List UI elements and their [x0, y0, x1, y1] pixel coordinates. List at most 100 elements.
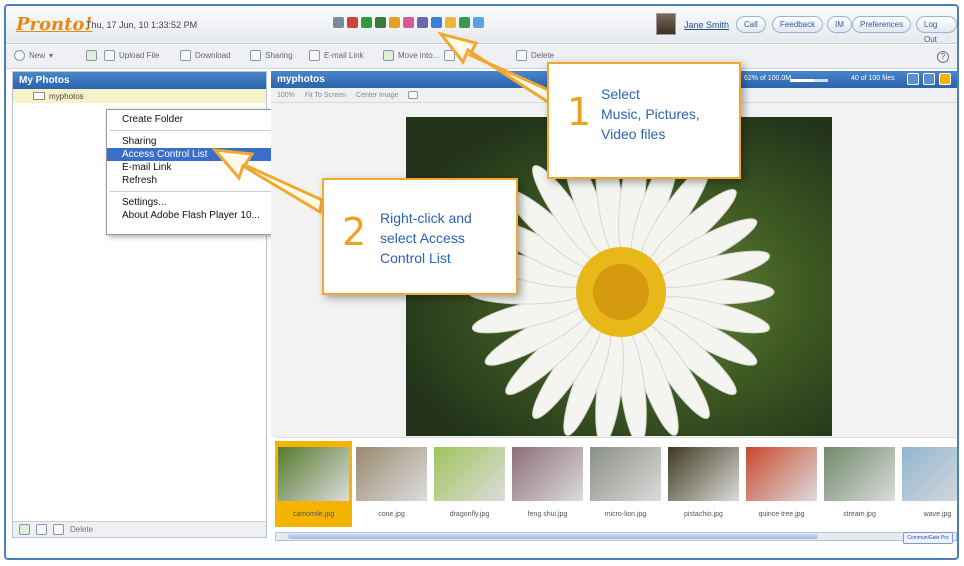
thumbnail[interactable]: quince tree.jpg [743, 441, 820, 527]
upload-file-button[interactable]: Upload File [104, 50, 159, 61]
new-button[interactable]: New ▾ [14, 50, 53, 61]
user-name[interactable]: Jane Smith [684, 20, 729, 30]
music-icon[interactable] [403, 17, 414, 28]
menu-item-create-folder[interactable]: Create Folder [107, 113, 292, 126]
download-label: Download [195, 51, 231, 60]
upload-label: Upload File [119, 51, 160, 60]
delete-label: Delete [531, 51, 555, 60]
thumbnail[interactable]: micro-lion.jpg [587, 441, 664, 527]
download-icon [180, 50, 191, 61]
thumbnail[interactable]: camomile.jpg [275, 441, 352, 527]
mail-icon[interactable] [333, 17, 344, 28]
horizontal-scrollbar[interactable] [275, 532, 957, 541]
menu-item-settings[interactable]: Settings... [107, 196, 292, 209]
filmstrip-view-icon[interactable] [939, 73, 951, 85]
menu-item-sharing[interactable]: Sharing [107, 135, 292, 148]
thumbnail[interactable]: stream.jpg [821, 441, 898, 527]
move-icon [383, 50, 394, 61]
sharing-button[interactable]: Sharing [250, 50, 293, 61]
email-link-label: E-mail Link [324, 51, 364, 60]
download-button[interactable]: Download [180, 50, 231, 61]
menu-item-refresh[interactable]: Refresh [107, 174, 292, 187]
notes-icon[interactable] [389, 17, 400, 28]
files-icon[interactable] [445, 17, 456, 28]
move-into-button[interactable]: Move into... [383, 50, 439, 61]
thumbnail-strip: camomile.jpg cone.jpg dragonfly.jpg feng sh… [275, 437, 957, 531]
preferences-button[interactable]: Preferences [852, 16, 912, 33]
thumbnail-image [512, 447, 583, 501]
delete-button[interactable]: Delete [516, 50, 554, 61]
video-icon[interactable] [431, 17, 442, 28]
thumbnail-caption: cone.jpg [378, 511, 405, 518]
folder-add-icon[interactable] [19, 524, 30, 535]
menu-item-email-link[interactable]: E-mail Link [107, 161, 292, 174]
thumbnail[interactable]: wave.jpg [899, 441, 957, 527]
zoom-level[interactable]: 100% [277, 92, 295, 99]
move-into-label: Move into... [398, 51, 440, 60]
thumbnail[interactable]: feng shui.jpg [509, 441, 586, 527]
callout-1-line: Music, Pictures, [601, 106, 700, 122]
callout-1-line: Video files [601, 126, 666, 142]
thumbnail-caption: feng shui.jpg [527, 511, 568, 518]
thumbnail-image [668, 447, 739, 501]
fullscreen-icon[interactable] [408, 91, 419, 99]
sharing-icon [250, 50, 261, 61]
help-icon[interactable]: ? [937, 51, 949, 63]
menu-separator [110, 130, 289, 131]
callout-number-2: 2 [342, 210, 367, 254]
thumbnail[interactable]: dragonfly.jpg [431, 441, 508, 527]
thumbnail-image [902, 447, 957, 501]
avatar[interactable] [656, 13, 676, 35]
list-view-icon[interactable] [923, 73, 935, 85]
scrollbar-thumb[interactable] [288, 534, 818, 539]
quota-bar [790, 79, 828, 82]
datetime: Thu, 17 Jun, 10 1:33:52 PM [86, 20, 198, 30]
email-link-icon [309, 50, 320, 61]
thumbnail[interactable]: pistachio.jpg [665, 441, 742, 527]
calendar-icon[interactable] [347, 17, 358, 28]
email-link-button[interactable]: E-mail Link [309, 50, 364, 61]
context-menu: Create Folder Sharing Access Control Lis… [106, 109, 293, 235]
menu-item-access-control-list[interactable]: Access Control List [107, 148, 292, 161]
contacts-icon[interactable] [375, 17, 386, 28]
thumbnail-image [434, 447, 505, 501]
phone-icon[interactable] [361, 17, 372, 28]
trash-icon[interactable] [53, 524, 64, 535]
thumbnail-caption: wave.jpg [923, 511, 952, 518]
share-icon[interactable] [459, 17, 470, 28]
footer-delete-button[interactable]: Delete [70, 525, 93, 534]
thumbnail-image [356, 447, 427, 501]
callout-number-1: 1 [567, 90, 592, 134]
toolbar: New ▾ Upload File Download Sharing E-mai… [6, 45, 957, 69]
thumbnail-caption: pistachio.jpg [684, 511, 723, 518]
settings-icon[interactable] [473, 17, 484, 28]
callout-2-line: select Access [380, 230, 465, 246]
upload-icon[interactable] [36, 524, 47, 535]
upload-icon [104, 50, 115, 61]
new-folder-button[interactable] [86, 50, 97, 61]
folder-item-myphotos[interactable]: myphotos [13, 89, 266, 103]
communigate-badge: CommuniGate Pro [903, 532, 953, 544]
logo[interactable]: Pronto! [16, 14, 92, 35]
thumbnail-image [824, 447, 895, 501]
logout-button[interactable]: Log Out [916, 16, 957, 44]
thumbnail-caption: camomile.jpg [292, 511, 335, 518]
photos-icon[interactable] [417, 17, 428, 28]
center-image-button[interactable]: Center Image [356, 92, 398, 99]
menu-item-about-flash[interactable]: About Adobe Flash Player 10... [107, 209, 292, 222]
callout-step-2: 2 Right-click and select Access Control … [322, 178, 518, 295]
fit-to-screen-button[interactable]: Fit To Screen [305, 92, 346, 99]
thumbnail-image [590, 447, 661, 501]
im-button[interactable]: IM [827, 16, 852, 33]
thumbnail-caption: dragonfly.jpg [449, 511, 490, 518]
callout-1-line: Select [601, 86, 640, 102]
grid-view-icon[interactable] [907, 73, 919, 85]
callout-2-line: Control List [380, 250, 451, 266]
feedback-button[interactable]: Feedback [772, 16, 824, 33]
trash-icon [516, 50, 527, 61]
call-button[interactable]: Call [736, 16, 766, 33]
thumbnail[interactable]: cone.jpg [353, 441, 430, 527]
sharing-label: Sharing [265, 51, 293, 60]
thumbnail-caption: stream.jpg [843, 511, 876, 518]
copy-button[interactable] [444, 50, 455, 61]
